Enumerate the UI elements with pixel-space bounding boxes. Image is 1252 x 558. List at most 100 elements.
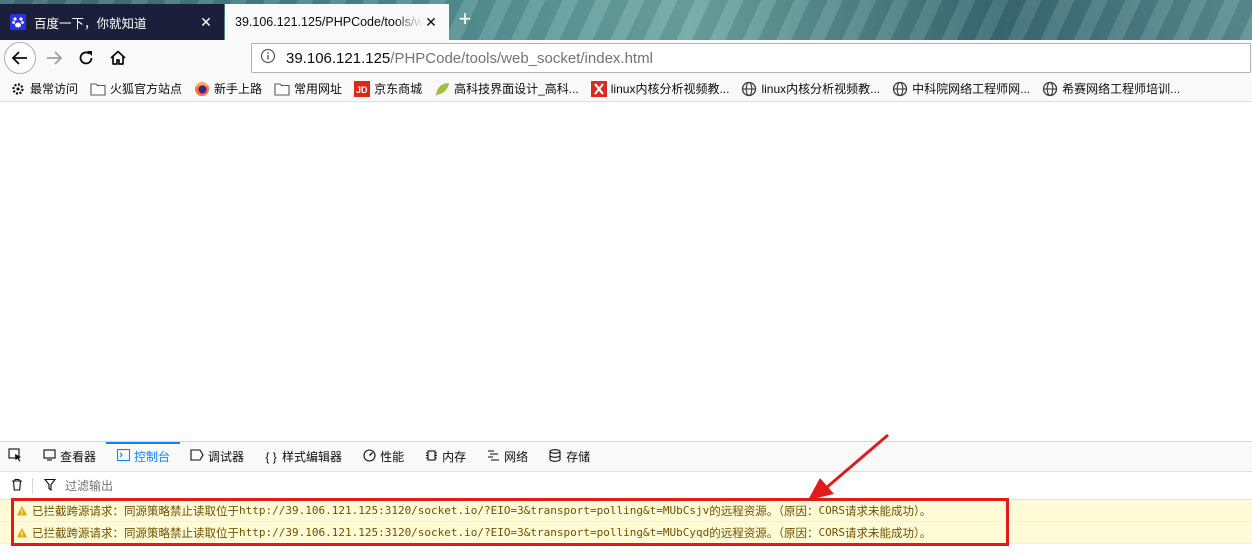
tab-inspector[interactable]: 查看器 [32,442,106,471]
page-content [0,102,1252,441]
svg-text:JD: JD [356,85,368,95]
warning-icon [17,505,27,515]
message-end: 请求未能成功）。 [844,503,932,518]
tab-network[interactable]: 网络 [476,442,538,471]
reload-button[interactable] [72,44,100,72]
folder-icon [274,81,290,97]
bookmark-label: 新手上路 [214,82,263,96]
console-icon [116,448,130,464]
bookmark-label: 最常访问 [30,82,79,96]
devtools-tab-label: 样式编辑器 [282,450,343,464]
globe-icon [892,81,908,97]
bookmark-label: linux内核分析视频教... [761,82,881,96]
back-button[interactable] [4,42,36,74]
globe-icon [1042,81,1058,97]
devtools-panel: 查看器 控制台 调试器 { } 样式编辑器 性能 内存 网络 存储 过滤输出 已… [0,441,1252,558]
home-button[interactable] [104,44,132,72]
message-suffix: 的远程资源。（原因： [709,503,819,518]
bookmark-cas-network[interactable]: 中科院网络工程师网... [892,80,1030,97]
close-tab-icon[interactable]: ✕ [198,14,214,30]
bookmark-label: 常用网址 [294,82,343,96]
bookmark-label: 希赛网络工程师培训... [1062,82,1181,96]
close-tab-icon[interactable]: ✕ [423,14,439,30]
bookmark-hightech-ui[interactable]: 高科技界面设计_高科... [434,80,579,97]
message-reason: CORS [818,526,845,539]
filter-icon [41,478,59,494]
url-host: 39.106.121.125 [286,49,391,67]
devtools-tab-label: 查看器 [60,450,97,464]
devtools-tab-label: 调试器 [208,450,245,464]
filter-output-input[interactable] [65,478,365,493]
gear-icon [10,81,26,97]
tab-storage[interactable]: 存储 [538,442,600,471]
new-tab-button[interactable]: + [453,8,477,32]
tab-debugger[interactable]: 调试器 [180,442,254,471]
forward-button[interactable] [40,44,68,72]
bookmark-label: linux内核分析视频教... [610,82,730,96]
message-url[interactable]: http://39.106.121.125:3120/socket.io/?EI… [239,526,709,539]
console-warning-message[interactable]: 已拦截跨源请求：同源策略禁止读取位于 http://39.106.121.125… [0,500,1252,522]
debugger-icon [190,449,204,464]
devtools-tab-label: 存储 [566,450,591,464]
inspector-icon [42,449,56,464]
leaf-icon [434,81,450,97]
home-icon [110,50,126,65]
tab-title: 百度一下，你就知道 [34,16,147,31]
bookmark-getting-started[interactable]: 新手上路 [194,80,262,97]
bookmark-label: 京东商城 [374,82,423,96]
toolbar-divider [32,477,33,494]
url-path: /PHPCode/tools/web_socket/index.html [390,49,653,67]
jd-icon: JD [354,80,371,97]
message-end: 请求未能成功）。 [844,525,932,540]
console-messages: 已拦截跨源请求：同源策略禁止读取位于 http://39.106.121.125… [0,500,1252,544]
tab-baidu[interactable]: 百度一下，你就知道 ✕ [0,4,224,40]
warning-icon [17,527,27,537]
tab-performance[interactable]: 性能 [352,442,414,471]
reload-icon [79,51,93,65]
bookmark-jd[interactable]: JD 京东商城 [354,80,422,97]
message-prefix: 已拦截跨源请求：同源策略禁止读取位于 [32,525,239,540]
bookmark-common-sites[interactable]: 常用网址 [274,80,342,97]
tab-title: 39.106.121.125/PHPCode/tools/web_socket/… [235,15,423,29]
devtools-tab-label: 性能 [380,450,405,464]
bookmark-label: 高科技界面设计_高科... [454,82,579,96]
bookmark-firefox-official[interactable]: 火狐官方站点 [90,80,182,97]
forward-arrow-icon [47,51,63,65]
firefox-icon [194,81,210,97]
devtools-tab-label: 网络 [504,450,529,464]
message-url[interactable]: http://39.106.121.125:3120/socket.io/?EI… [239,504,709,517]
tab-web-socket[interactable]: 39.106.121.125/PHPCode/tools/web_socket/… [225,4,449,40]
message-prefix: 已拦截跨源请求：同源策略禁止读取位于 [32,503,239,518]
folder-icon [90,81,106,97]
back-arrow-icon [11,51,27,65]
bookmark-label: 火狐官方站点 [110,82,183,96]
storage-icon [548,448,562,465]
bookmarks-bar: 最常访问 火狐官方站点 新手上路 常用网址 JD 京东商城 高科技界面设计_高科… [0,76,1252,102]
element-picker-button[interactable] [6,442,32,471]
console-toolbar [0,472,1252,500]
bookmark-linux-kernel-1[interactable]: linux内核分析视频教... [590,80,730,97]
console-warning-message[interactable]: 已拦截跨源请求：同源策略禁止读取位于 http://39.106.121.125… [0,522,1252,544]
message-suffix: 的远程资源。（原因： [709,525,819,540]
performance-icon [362,448,376,465]
network-icon [486,449,500,464]
element-picker-icon [8,448,22,465]
bookmark-csai-training[interactable]: 希赛网络工程师培训... [1042,80,1180,97]
globe-icon [741,81,757,97]
tab-memory[interactable]: 内存 [414,442,476,471]
tab-console[interactable]: 控制台 [106,442,181,471]
site-info-icon[interactable] [260,48,276,68]
tab-style-editor[interactable]: { } 样式编辑器 [254,442,352,471]
trash-icon[interactable] [8,478,26,494]
message-reason: CORS [818,504,845,517]
bookmark-label: 中科院网络工程师网... [912,82,1031,96]
bookmark-linux-kernel-2[interactable]: linux内核分析视频教... [741,80,880,97]
navigation-bar: 39.106.121.125/PHPCode/tools/web_socket/… [0,40,1252,76]
style-editor-icon: { } [265,449,277,464]
bookmark-most-visited[interactable]: 最常访问 [10,80,78,97]
devtools-tab-bar: 查看器 控制台 调试器 { } 样式编辑器 性能 内存 网络 存储 [0,442,1252,472]
tab-strip: 百度一下，你就知道 ✕ 39.106.121.125/PHPCode/tools… [0,0,1252,40]
url-bar[interactable]: 39.106.121.125/PHPCode/tools/web_socket/… [251,43,1251,73]
red-x-icon [590,80,607,97]
devtools-tab-label: 内存 [442,450,467,464]
